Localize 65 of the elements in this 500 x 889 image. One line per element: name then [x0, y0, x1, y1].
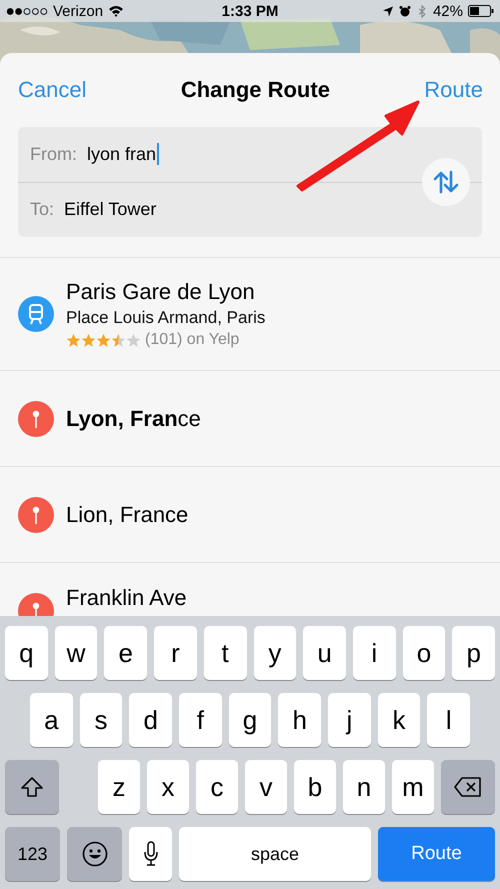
letter-key[interactable]: p — [452, 626, 496, 680]
letter-key[interactable]: y — [254, 626, 296, 680]
battery-icon — [468, 5, 494, 17]
letter-key[interactable]: q — [5, 626, 48, 680]
letter-key[interactable]: k — [378, 693, 420, 747]
letter-key[interactable]: v — [245, 760, 287, 814]
clock-time: 1:33 PM — [222, 2, 278, 20]
microphone-key[interactable] — [129, 827, 172, 881]
letter-key[interactable]: t — [204, 626, 247, 680]
field-label: From: — [30, 144, 77, 165]
sheet-title: Change Route — [180, 77, 330, 103]
place-name: Lion, France — [66, 502, 188, 528]
input-field[interactable]: lyon fran — [87, 143, 160, 166]
letter-key[interactable]: o — [402, 626, 446, 680]
letter-key[interactable]: m — [392, 760, 434, 814]
place-name: Paris Gare de Lyon — [66, 279, 256, 305]
emoji-key[interactable] — [67, 827, 122, 881]
letter-key[interactable]: j — [328, 693, 371, 747]
alarm-icon — [398, 4, 411, 18]
letter-key[interactable]: l — [427, 693, 470, 747]
letter-key[interactable]: f — [179, 693, 222, 747]
letter-key[interactable]: i — [352, 626, 396, 680]
letter-key[interactable]: d — [129, 693, 172, 747]
location-arrow-icon — [382, 4, 394, 18]
result-item[interactable]: Lion, France — [0, 466, 500, 562]
numbers-key[interactable]: 123 — [5, 827, 60, 881]
field-label: To: — [30, 199, 54, 220]
train-icon — [18, 296, 54, 332]
delete-key[interactable] — [441, 760, 495, 814]
letter-key[interactable]: s — [80, 693, 122, 747]
letter-key[interactable]: x — [147, 760, 189, 814]
signal-icon — [6, 6, 48, 16]
letter-key[interactable]: b — [294, 760, 336, 814]
letter-key[interactable]: u — [303, 626, 346, 680]
text-cursor — [157, 143, 160, 166]
wifi-icon — [108, 5, 124, 17]
smiley-icon — [82, 841, 108, 867]
letter-key[interactable]: g — [228, 693, 272, 747]
battery-percent: 42% — [432, 2, 463, 20]
swap-arrows-icon — [433, 170, 459, 194]
review-count: (101) on Yelp — [145, 331, 240, 349]
letter-key[interactable]: h — [278, 693, 322, 747]
space-key[interactable]: space — [179, 827, 371, 881]
letter-key[interactable]: r — [154, 626, 197, 680]
result-item[interactable]: Lyon, France — [0, 370, 500, 466]
pin-icon — [18, 496, 54, 532]
shift-key[interactable] — [5, 760, 59, 814]
letter-key[interactable]: e — [104, 626, 148, 680]
microphone-icon — [142, 841, 158, 867]
backspace-icon — [454, 777, 482, 797]
place-name: Lyon, France — [66, 406, 201, 432]
route-key[interactable]: Route — [378, 827, 495, 881]
letter-key[interactable]: c — [196, 760, 238, 814]
shift-arrow-icon — [20, 776, 44, 798]
place-name: Franklin Ave — [66, 585, 187, 611]
result-item[interactable]: Paris Gare de Lyon Place Louis Armand, Paris (101) on Yelp — [0, 258, 500, 370]
input-field[interactable]: Eiffel Tower — [64, 199, 156, 220]
carrier-name: Verizon — [53, 2, 104, 20]
pin-icon — [18, 400, 54, 436]
letter-key[interactable]: z — [98, 760, 140, 814]
letter-key[interactable]: n — [343, 760, 385, 814]
letter-key[interactable]: w — [54, 626, 98, 680]
letter-key[interactable]: a — [30, 693, 73, 747]
place-address: Place Louis Armand, Paris — [66, 308, 266, 328]
swap-button[interactable] — [422, 158, 470, 206]
